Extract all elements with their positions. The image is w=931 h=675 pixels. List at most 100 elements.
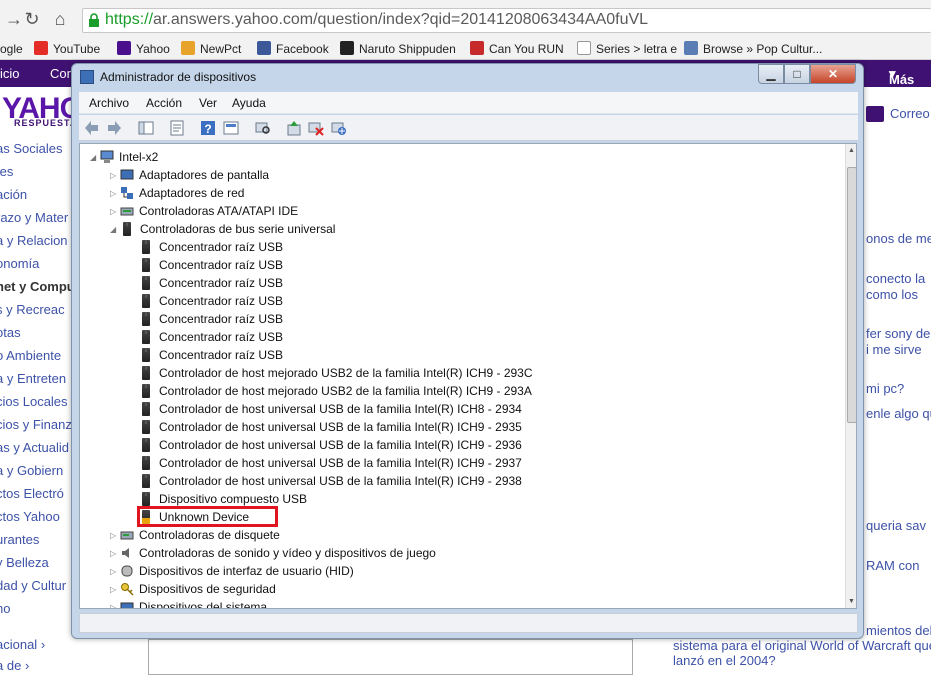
- maximize-button[interactable]: □: [784, 64, 810, 84]
- sidebar-item-active[interactable]: net y Compu: [0, 279, 75, 294]
- bookmark-youtube[interactable]: YouTube: [34, 40, 100, 58]
- related-question[interactable]: conecto la: [866, 271, 925, 286]
- menu-ayuda[interactable]: Ayuda: [232, 96, 266, 110]
- usb-device[interactable]: Concentrador raíz USB: [139, 346, 283, 364]
- bookmark-newpct[interactable]: NewPct: [181, 40, 241, 58]
- reload-icon[interactable]: ↻: [22, 9, 42, 29]
- usb-device[interactable]: Concentrador raíz USB: [139, 328, 283, 346]
- menu-ver[interactable]: Ver: [199, 96, 217, 110]
- bookmark-series[interactable]: Series > letra e: [577, 40, 677, 58]
- usb-device[interactable]: Concentrador raíz USB: [139, 238, 283, 256]
- related-question[interactable]: i me sirve: [866, 342, 922, 357]
- vertical-scrollbar[interactable]: ▲ ▼: [845, 144, 856, 608]
- sidebar-item[interactable]: y Belleza: [0, 555, 49, 570]
- show-hide-tree-icon[interactable]: [138, 120, 154, 136]
- bookmark-canyourun[interactable]: Can You RUN: [470, 40, 564, 58]
- sidebar-item[interactable]: a y Entreten: [0, 371, 66, 386]
- related-question[interactable]: lanzó en el 2004?: [673, 653, 776, 668]
- nav-mas[interactable]: Más ▾: [889, 66, 914, 87]
- expand-arrow-icon[interactable]: ▷: [110, 527, 120, 545]
- sidebar-item[interactable]: a y Relacion: [0, 233, 68, 248]
- tree-category[interactable]: ▷ Adaptadores de red: [110, 184, 244, 202]
- menu-accion[interactable]: Acción: [146, 96, 182, 110]
- sidebar-item[interactable]: otas: [0, 325, 21, 340]
- close-button[interactable]: ✕: [810, 64, 856, 84]
- home-icon[interactable]: ⌂: [50, 9, 70, 29]
- related-question[interactable]: enle algo qu: [866, 406, 931, 421]
- sidebar-item[interactable]: as y Actualid: [0, 440, 69, 455]
- related-question[interactable]: RAM con: [866, 558, 919, 573]
- sidebar-item[interactable]: ctos Electró: [0, 486, 64, 501]
- usb-device[interactable]: Concentrador raíz USB: [139, 256, 283, 274]
- sidebar-item[interactable]: a de ›: [0, 658, 29, 673]
- usb-device[interactable]: Concentrador raíz USB: [139, 292, 283, 310]
- update-driver-icon[interactable]: [286, 120, 302, 136]
- back-icon[interactable]: [84, 120, 100, 136]
- sidebar-item[interactable]: onomía: [0, 256, 39, 271]
- related-question[interactable]: queria sav: [866, 518, 926, 533]
- tree-category[interactable]: ▷ Controladoras de disquete: [110, 526, 280, 544]
- related-question[interactable]: como los: [866, 287, 918, 302]
- tree-root[interactable]: ◢ Intel-x2: [90, 148, 158, 166]
- view-icon[interactable]: [223, 120, 239, 136]
- mail-icon[interactable]: [866, 106, 884, 122]
- sidebar-item[interactable]: cios y Finanz: [0, 417, 72, 432]
- expand-arrow-icon[interactable]: ▷: [110, 185, 120, 203]
- usb-device[interactable]: Controlador de host mejorado USB2 de la …: [139, 364, 533, 382]
- tree-category[interactable]: ▷ Dispositivos de seguridad: [110, 580, 276, 598]
- minimize-button[interactable]: ▁: [758, 64, 784, 84]
- usb-device[interactable]: Controlador de host universal USB de la …: [139, 436, 522, 454]
- nav-inicio[interactable]: icio: [0, 66, 20, 81]
- expand-arrow-icon[interactable]: ▷: [110, 599, 120, 608]
- scroll-down-icon[interactable]: ▼: [848, 598, 855, 605]
- tree-category[interactable]: ▷ Dispositivos del sistema: [110, 598, 267, 608]
- bookmark-naruto[interactable]: Naruto Shippuden: [340, 40, 456, 58]
- expand-arrow-icon[interactable]: ▷: [110, 563, 120, 581]
- related-question[interactable]: mientos del: [866, 623, 931, 638]
- expand-arrow-icon[interactable]: ▷: [110, 203, 120, 221]
- tree-category[interactable]: ▷ Dispositivos de interfaz de usuario (HI…: [110, 562, 354, 580]
- usb-device[interactable]: Controlador de host mejorado USB2 de la …: [139, 382, 532, 400]
- usb-device[interactable]: Controlador de host universal USB de la …: [139, 472, 522, 490]
- bookmark-yahoo[interactable]: Yahoo: [117, 40, 170, 58]
- disable-icon[interactable]: [331, 120, 347, 136]
- forward-icon[interactable]: [106, 120, 122, 136]
- sidebar-item[interactable]: s y Recreac: [0, 302, 65, 317]
- scrollbar-thumb[interactable]: [847, 167, 856, 423]
- sidebar-item[interactable]: urantes: [0, 532, 39, 547]
- sidebar-item[interactable]: no: [0, 601, 10, 616]
- expand-arrow-icon[interactable]: ▷: [110, 545, 120, 563]
- scan-hardware-icon[interactable]: [255, 120, 271, 136]
- expand-arrow-icon[interactable]: ▷: [110, 581, 120, 599]
- sidebar-item[interactable]: a y Gobiern: [0, 463, 63, 478]
- related-question[interactable]: onos de me: [866, 231, 931, 246]
- sidebar-item[interactable]: dad y Cultur: [0, 578, 66, 593]
- sidebar-item[interactable]: cios Locales: [0, 394, 68, 409]
- collapse-arrow-icon[interactable]: ◢: [110, 221, 120, 239]
- tree-category-expanded[interactable]: ◢ Controladoras de bus serie universal: [110, 220, 335, 238]
- related-question[interactable]: fer sony de: [866, 326, 930, 341]
- expand-arrow-icon[interactable]: ▷: [110, 167, 120, 185]
- correo-link[interactable]: Correo: [890, 106, 930, 121]
- forward-icon[interactable]: →: [4, 9, 24, 29]
- help-icon[interactable]: ?: [200, 120, 216, 136]
- address-bar[interactable]: https://ar.answers.yahoo.com/question/in…: [82, 8, 931, 33]
- usb-device[interactable]: Concentrador raíz USB: [139, 274, 283, 292]
- sidebar-item[interactable]: ación: [0, 187, 27, 202]
- sidebar-item[interactable]: ctos Yahoo: [0, 509, 60, 524]
- uninstall-icon[interactable]: [308, 120, 324, 136]
- bookmark-facebook[interactable]: Facebook: [257, 40, 329, 58]
- menu-archivo[interactable]: Archivo: [89, 96, 129, 110]
- sidebar-item[interactable]: tes: [0, 164, 13, 179]
- answer-textarea[interactable]: [148, 639, 633, 675]
- sidebar-item[interactable]: razo y Mater: [0, 210, 68, 225]
- sidebar-item[interactable]: as Sociales: [0, 141, 62, 156]
- sidebar-item[interactable]: acional ›: [0, 637, 45, 652]
- tree-category[interactable]: ▷ Adaptadores de pantalla: [110, 166, 269, 184]
- tree-category[interactable]: ▷ Controladoras ATA/ATAPI IDE: [110, 202, 298, 220]
- properties-icon[interactable]: [169, 120, 185, 136]
- usb-device[interactable]: Controlador de host universal USB de la …: [139, 400, 522, 418]
- usb-device[interactable]: Concentrador raíz USB: [139, 310, 283, 328]
- scroll-up-icon[interactable]: ▲: [848, 147, 855, 154]
- tree-category[interactable]: ▷ Controladoras de sonido y vídeo y dispo…: [110, 544, 436, 562]
